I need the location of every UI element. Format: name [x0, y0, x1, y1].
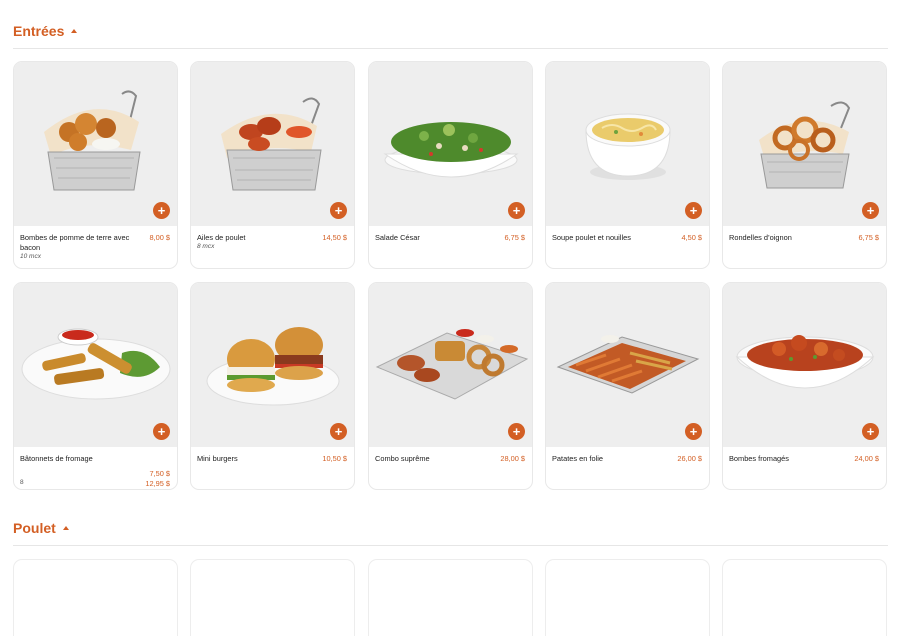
- section-divider: [13, 48, 888, 49]
- item-note: 8: [20, 479, 24, 486]
- add-to-cart-button[interactable]: +: [685, 202, 702, 219]
- item-name: Soupe poulet et nouilles: [552, 233, 631, 242]
- item-price: 4,50 $: [681, 233, 702, 242]
- food-image-cheese-bombs: [723, 283, 886, 447]
- item-note: 8 mcx: [197, 243, 215, 250]
- item-price: 6,75 $: [858, 233, 879, 242]
- add-to-cart-button[interactable]: +: [330, 202, 347, 219]
- item-price: 8,00 $: [149, 233, 170, 242]
- menu-card[interactable]: + Rondelles d’oignon 6,75 $: [722, 61, 887, 269]
- menu-card[interactable]: + Mini burgers 10,50 $: [190, 282, 355, 490]
- section-divider: [13, 545, 888, 546]
- menu-card[interactable]: + Soupe poulet et nouilles 4,50 $: [545, 61, 710, 269]
- food-image-loaded-fries: [546, 283, 709, 447]
- item-price: 26,00 $: [677, 454, 702, 463]
- item-note: 10 mcx: [20, 253, 41, 260]
- food-image-onion-rings: [723, 62, 886, 226]
- add-to-cart-button[interactable]: +: [330, 423, 347, 440]
- item-name: Mini burgers: [197, 454, 238, 463]
- menu-card-placeholder: [13, 559, 178, 636]
- add-to-cart-button[interactable]: +: [685, 423, 702, 440]
- section-header-poulet[interactable]: Poulet: [13, 516, 888, 540]
- add-to-cart-button[interactable]: +: [862, 423, 879, 440]
- item-name: Combo suprême: [375, 454, 430, 463]
- item-price: 6,75 $: [504, 233, 525, 242]
- item-price: 10,50 $: [322, 454, 347, 463]
- menu-card[interactable]: + Patates en folie 26,00 $: [545, 282, 710, 490]
- menu-card-placeholder: [368, 559, 533, 636]
- menu-card[interactable]: + Bombes fromagés 24,00 $: [722, 282, 887, 490]
- item-name: Salade César: [375, 233, 420, 242]
- section-title: Entrées: [13, 23, 65, 39]
- add-to-cart-button[interactable]: +: [508, 202, 525, 219]
- menu-card[interactable]: + Bombes de pomme de terre avec bacon 8,…: [13, 61, 178, 269]
- menu-card[interactable]: + Ailes de poulet 14,50 $ 8 mcx: [190, 61, 355, 269]
- menu-card[interactable]: + Combo suprême 28,00 $: [368, 282, 533, 490]
- food-image-chicken-noodle-soup: [546, 62, 709, 226]
- food-image-caesar-salad: [369, 62, 532, 226]
- food-image-combo-platter: [369, 283, 532, 447]
- item-name: Patates en folie: [552, 454, 603, 463]
- section-header-entrees[interactable]: Entrées: [13, 19, 888, 43]
- food-image-potato-bombs: [14, 62, 177, 226]
- item-name: Ailes de poulet: [197, 233, 246, 242]
- menu-card-placeholder: [722, 559, 887, 636]
- item-price-large: 12,95 $: [145, 479, 170, 488]
- item-price: 28,00 $: [500, 454, 525, 463]
- add-to-cart-button[interactable]: +: [153, 202, 170, 219]
- add-to-cart-button[interactable]: +: [862, 202, 879, 219]
- section-poulet: Poulet: [13, 516, 888, 636]
- item-name: Bâtonnets de fromage: [20, 454, 93, 463]
- item-price: 24,00 $: [854, 454, 879, 463]
- item-name: Bombes de pomme de terre avec bacon: [20, 233, 130, 252]
- add-to-cart-button[interactable]: +: [153, 423, 170, 440]
- menu-card-placeholder: [190, 559, 355, 636]
- item-price: 14,50 $: [322, 233, 347, 242]
- food-image-mini-burgers: [191, 283, 354, 447]
- food-image-cheese-sticks: [14, 283, 177, 447]
- section-title: Poulet: [13, 520, 56, 536]
- item-name: Bombes fromagés: [729, 454, 789, 463]
- menu-card[interactable]: + Salade César 6,75 $: [368, 61, 533, 269]
- menu-card[interactable]: + Bâtonnets de fromage 7,50 $ 12,95 $ 8: [13, 282, 178, 490]
- add-to-cart-button[interactable]: +: [508, 423, 525, 440]
- menu-card-placeholder: [545, 559, 710, 636]
- collapse-caret-icon[interactable]: [62, 526, 69, 530]
- section-entrees: Entrées + Bombes de pomme de terre avec …: [13, 19, 888, 490]
- collapse-caret-icon[interactable]: [71, 29, 78, 33]
- item-price-small: 7,50 $: [149, 469, 170, 478]
- food-image-chicken-wings: [191, 62, 354, 226]
- item-name: Rondelles d’oignon: [729, 233, 792, 242]
